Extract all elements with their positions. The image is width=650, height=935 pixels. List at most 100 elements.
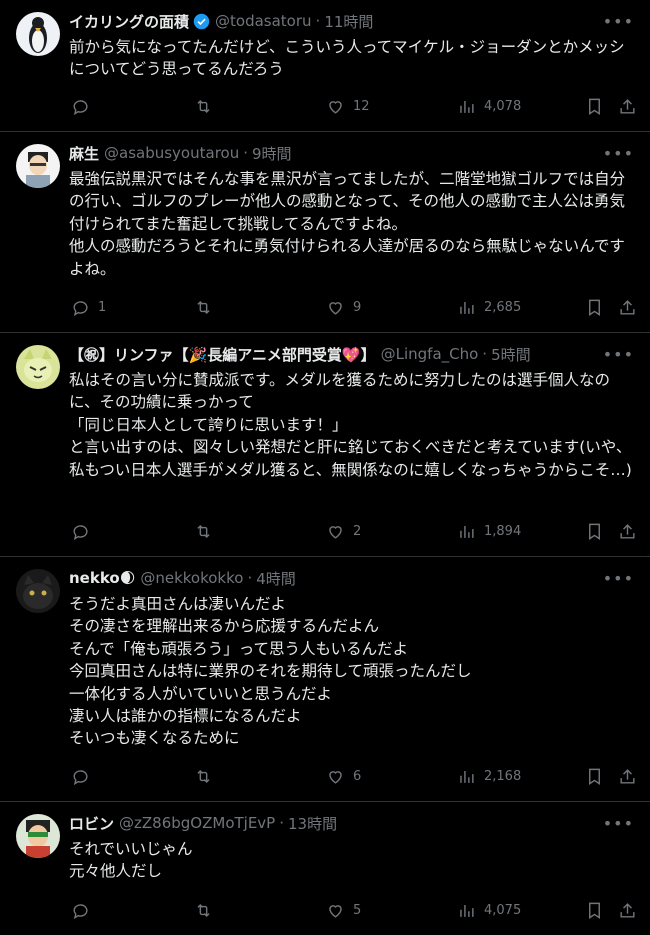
views-icon [460, 301, 474, 314]
view-count: 2,168 [484, 768, 522, 784]
like-icon [329, 904, 342, 918]
avatar[interactable] [16, 12, 60, 56]
timestamp[interactable]: 11時間 [324, 11, 373, 32]
like-icon [329, 525, 342, 539]
display-name[interactable]: 麻生 [69, 143, 99, 164]
tweet[interactable]: 【㊗】リンファ【🎉長編アニメ部門受賞💖】 @Lingfa_Cho · 5時間 •… [0, 333, 650, 557]
reply-button[interactable]: 1 [71, 298, 106, 317]
share-icon [620, 902, 635, 918]
share-icon [620, 523, 635, 539]
views-button[interactable]: 2,168 [457, 767, 521, 786]
reply-icon [73, 903, 88, 919]
reply-button[interactable] [71, 522, 98, 541]
display-name[interactable]: 【㊗】リンファ【🎉長編アニメ部門受賞💖】 [69, 344, 376, 365]
view-count: 2,685 [484, 299, 522, 315]
like-button[interactable]: 2 [326, 522, 361, 541]
tweet-text: 私はその言い分に賛成派です。メダルを獲るために努力したのは選手個人なのに、その功… [69, 371, 632, 479]
tweet[interactable]: 麻生 @asabusyoutarou · 9時間 ••• 最強伝説黒沢ではそんな… [0, 132, 650, 333]
like-icon [329, 301, 342, 315]
views-button[interactable]: 4,075 [457, 901, 521, 920]
share-button[interactable] [618, 767, 637, 786]
share-button[interactable] [618, 522, 637, 541]
tweet-text: 最強伝説黒沢ではそんな事を黒沢が言ってましたが、二階堂地獄ゴルフでは自分の行い、… [69, 170, 626, 278]
retweet-icon [197, 99, 210, 113]
like-button[interactable]: 9 [326, 298, 361, 317]
reply-button[interactable] [71, 97, 98, 116]
tweet-text: そうだよ真田さんは凄いんだよ その凄さを理解出来るから応援するんだよん そんで「… [69, 595, 472, 748]
separator: · [243, 144, 248, 162]
views-icon [460, 100, 474, 113]
display-name[interactable]: イカリングの面積 [69, 11, 189, 32]
retweet-button[interactable] [194, 298, 221, 317]
share-button[interactable] [618, 97, 637, 116]
avatar[interactable] [16, 569, 60, 613]
views-button[interactable]: 4,078 [457, 97, 521, 116]
views-icon [460, 904, 474, 917]
more-icon[interactable]: ••• [603, 814, 634, 833]
reply-button[interactable] [71, 767, 98, 786]
retweet-button[interactable] [194, 767, 221, 786]
timestamp[interactable]: 4時間 [256, 568, 296, 589]
avatar[interactable] [16, 814, 60, 858]
separator: · [482, 345, 488, 363]
display-name[interactable]: ロビン [69, 813, 114, 834]
views-button[interactable]: 2,685 [457, 298, 521, 317]
bookmark-icon [589, 299, 600, 316]
bookmark-button[interactable] [585, 522, 604, 541]
timestamp[interactable]: 9時間 [252, 143, 292, 164]
retweet-button[interactable] [194, 97, 221, 116]
retweet-icon [197, 903, 210, 917]
share-icon [620, 299, 635, 315]
views-icon [460, 525, 474, 538]
share-icon [620, 98, 635, 114]
reply-icon [73, 99, 88, 115]
tweet-actions: 5 4,075 [69, 898, 638, 922]
tweet-text: それでいいじゃん 元々他人だし [69, 840, 193, 881]
like-button[interactable]: 6 [326, 767, 361, 786]
bookmark-icon [589, 902, 600, 919]
like-count: 6 [353, 768, 362, 784]
view-count: 4,075 [484, 902, 522, 918]
tweet[interactable]: ロビン @zZ86bgOZMoTjEvP · 13時間 ••• それでいいじゃん… [0, 802, 650, 935]
handle[interactable]: @nekkokokko [140, 569, 243, 587]
handle[interactable]: @asabusyoutarou [104, 144, 239, 162]
reply-icon [73, 769, 88, 785]
tweet[interactable]: nekko🌒 @nekkokokko · 4時間 ••• そうだよ真田さんは凄い… [0, 557, 650, 802]
retweet-button[interactable] [194, 901, 221, 920]
view-count: 4,078 [484, 98, 522, 114]
handle[interactable]: @Lingfa_Cho [381, 345, 479, 363]
like-count: 2 [353, 523, 362, 539]
display-name[interactable]: nekko🌒 [69, 569, 135, 587]
bookmark-button[interactable] [585, 298, 604, 317]
reply-button[interactable] [71, 901, 98, 920]
tweet-actions: 1 9 2,685 [69, 295, 638, 319]
retweet-icon [197, 769, 210, 783]
views-icon [460, 770, 474, 783]
bookmark-button[interactable] [585, 97, 604, 116]
like-button[interactable]: 5 [326, 901, 361, 920]
more-icon[interactable]: ••• [603, 345, 634, 364]
avatar[interactable] [16, 144, 60, 188]
share-button[interactable] [618, 901, 637, 920]
retweet-button[interactable] [194, 522, 221, 541]
timestamp[interactable]: 5時間 [491, 344, 531, 365]
like-count: 12 [353, 98, 370, 114]
timestamp[interactable]: 13時間 [288, 813, 337, 834]
more-icon[interactable]: ••• [603, 569, 634, 588]
like-button[interactable]: 12 [326, 97, 370, 116]
views-button[interactable]: 1,894 [457, 522, 521, 541]
bookmark-button[interactable] [585, 767, 604, 786]
share-button[interactable] [618, 298, 637, 317]
tweet[interactable]: イカリングの面積 @todasatoru · 11時間 ••• 前から気になって… [0, 0, 650, 132]
like-icon [329, 770, 342, 784]
bookmark-button[interactable] [585, 901, 604, 920]
handle[interactable]: @todasatoru [215, 12, 312, 30]
more-icon[interactable]: ••• [603, 12, 634, 31]
avatar[interactable] [16, 345, 60, 389]
verified-badge-icon [193, 13, 210, 29]
reply-count: 1 [98, 299, 107, 315]
separator: · [279, 814, 285, 832]
more-icon[interactable]: ••• [603, 144, 634, 163]
handle[interactable]: @zZ86bgOZMoTjEvP [119, 814, 275, 832]
tweet-actions: 6 2,168 [69, 764, 638, 788]
